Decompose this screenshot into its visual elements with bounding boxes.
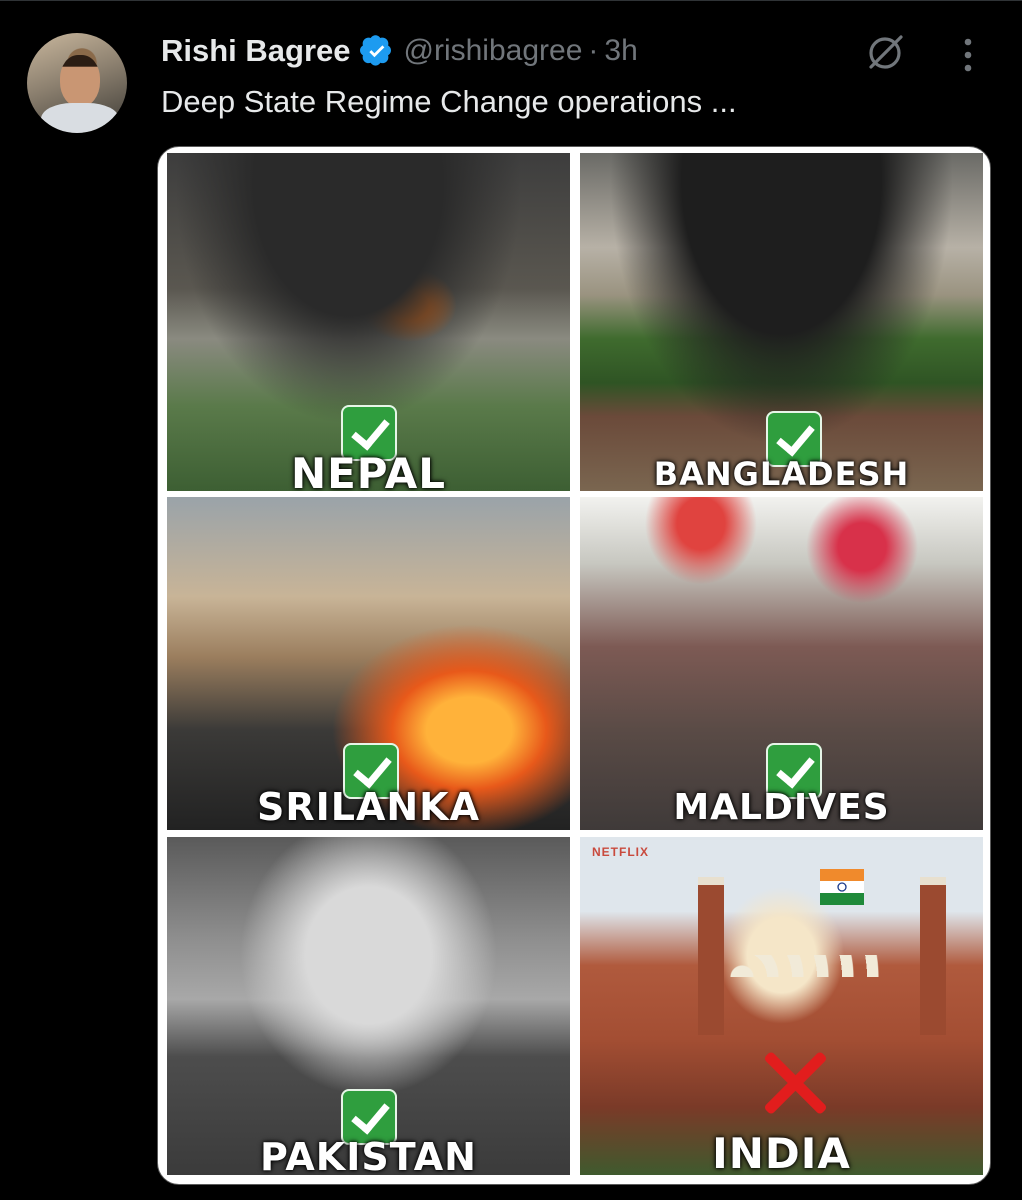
photo-tile-india: NETFLIX INDIA [580,837,983,1175]
grok-icon[interactable] [865,33,905,73]
divider [0,0,1022,1]
country-label: MALDIVES [673,787,890,828]
photo-tile-nepal: NEPAL [167,153,570,491]
avatar-shirt [41,103,119,133]
fort-domes [730,955,880,977]
country-label: NEPAL [290,449,447,491]
country-label: SRILANKA [256,785,481,829]
tweet-media-image[interactable]: NEPAL BANGLADESH SRILANKA MALDIVES PAKIS… [157,146,991,1185]
photo-tile-bangladesh: BANGLADESH [580,153,983,491]
country-label: BANGLADESH [653,455,910,491]
tweet-text: Deep State Regime Change operations ... [161,84,737,119]
country-label: INDIA [712,1129,851,1175]
avatar[interactable] [27,33,127,133]
indian-flag-icon [820,869,864,905]
photo-tile-maldives: MALDIVES [580,497,983,830]
author-handle[interactable]: @rishibagree [404,34,583,68]
photo-tile-srilanka: SRILANKA [167,497,570,830]
more-vertical-icon[interactable] [955,36,981,74]
photo-tile-pakistan: PAKISTAN [167,837,570,1175]
verified-badge-icon [359,35,391,66]
fort-tower [920,877,946,1035]
tweet-header: Rishi Bagree @rishibagree · 3h [161,30,638,72]
separator-dot: · [588,34,599,67]
timestamp[interactable]: 3h [604,34,637,68]
country-label: PAKISTAN [260,1135,477,1175]
fort-tower [698,877,724,1035]
watermark: NETFLIX [592,845,649,859]
author-name[interactable]: Rishi Bagree [161,33,351,69]
red-cross-icon [760,1047,830,1117]
avatar-face [60,55,100,107]
